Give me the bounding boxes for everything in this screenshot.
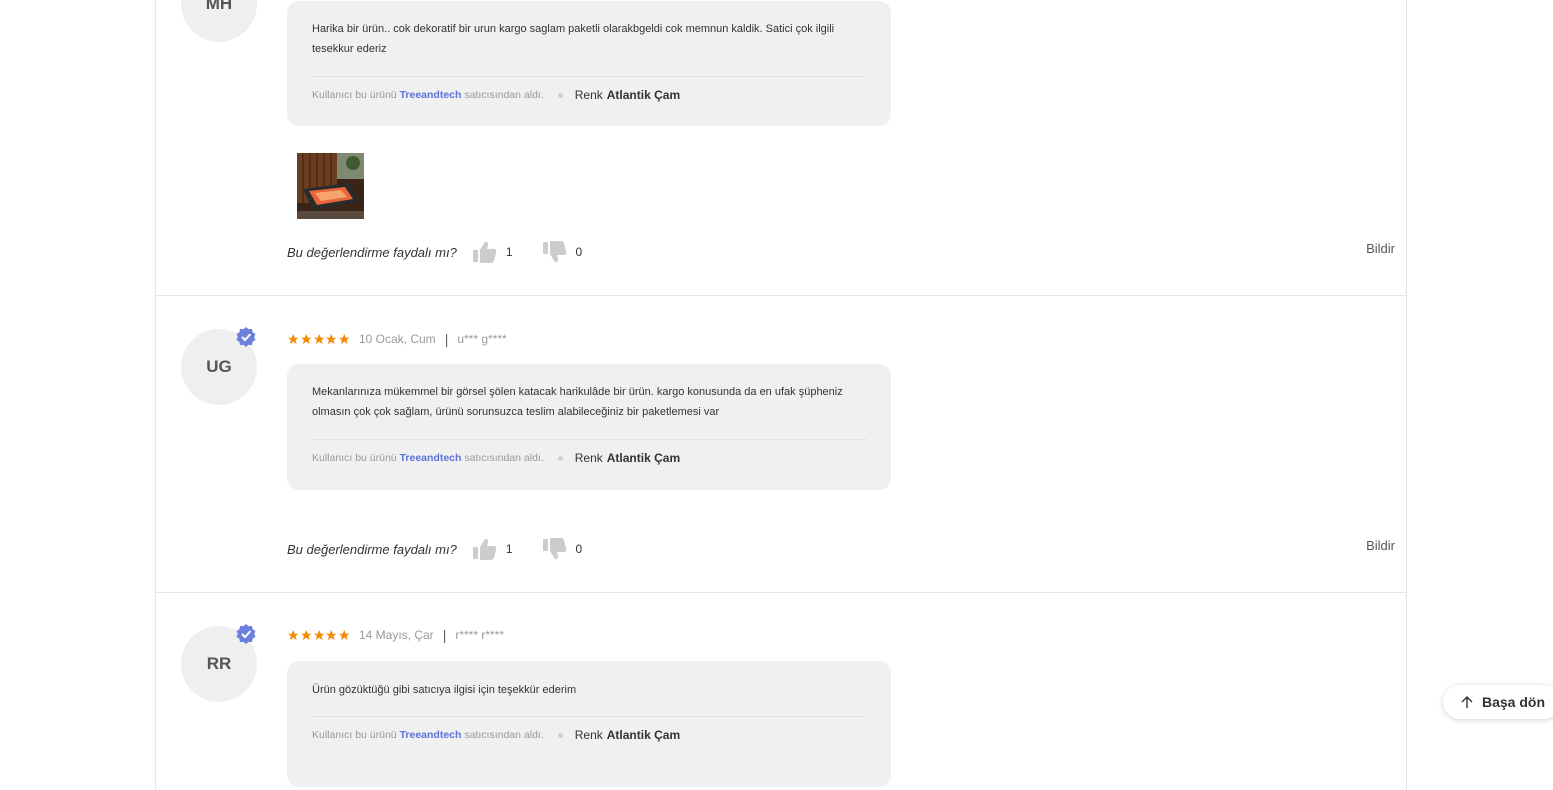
star-icon <box>288 333 299 344</box>
review-divider <box>156 295 1406 296</box>
report-link[interactable]: Bildir <box>1366 538 1395 553</box>
star-rating <box>287 333 351 346</box>
seller-prefix: Kullanıcı bu ürünü <box>312 452 397 464</box>
helpful-question: Bu değerlendirme faydalı mı? <box>287 244 457 260</box>
thumbs-down-icon <box>542 538 566 560</box>
star-icon <box>339 333 350 344</box>
variant-info: Renk Atlantik Çam <box>575 728 680 742</box>
verified-badge-icon <box>236 624 256 644</box>
like-count: 1 <box>505 245 513 259</box>
reviews-panel: MH Harika bir ürün.. cok dekoratif bir u… <box>155 0 1407 790</box>
seller-suffix: satıcısından aldı. <box>464 89 544 101</box>
report-link[interactable]: Bildir <box>1366 241 1395 256</box>
review-text: Ürün gözüktüğü gibi satıcıya ilgisi için… <box>312 684 577 696</box>
separator-dot <box>557 455 563 461</box>
star-icon <box>313 629 325 640</box>
fireplace-photo <box>297 153 364 219</box>
seller-prefix: Kullanıcı bu ürünü <box>312 729 397 741</box>
seller-suffix: satıcısından aldı. <box>464 452 544 464</box>
star-icon <box>300 333 312 344</box>
star-icon <box>339 629 350 640</box>
like-button[interactable]: 1 <box>471 239 513 265</box>
color-value: Atlantik Çam <box>606 88 681 102</box>
seller-info: Kullanıcı bu ürünü Treeandtech satıcısın… <box>312 88 680 102</box>
star-icon <box>300 629 312 640</box>
avatar: MH <box>181 0 257 42</box>
star-icon <box>326 333 337 344</box>
reviewer-name: r**** r**** <box>455 628 505 642</box>
review-bubble: Mekanlarınıza mükemmel bir görsel şölen … <box>287 364 891 490</box>
seller-link[interactable]: Treeandtech <box>400 729 462 741</box>
color-value: Atlantik Çam <box>606 728 681 742</box>
helpful-row: Bu değerlendirme faydalı mı? 1 0 <box>287 536 582 562</box>
seller-prefix: Kullanıcı bu ürünü <box>312 89 397 101</box>
variant-info: Renk Atlantik Çam <box>575 88 680 102</box>
meta-separator: | <box>444 331 449 347</box>
avatar-initials: RR <box>206 654 232 673</box>
arrow-up-icon <box>1461 696 1473 708</box>
seller-info: Kullanıcı bu ürünü Treeandtech satıcısın… <box>312 451 680 465</box>
back-to-top-button[interactable]: Başa dön <box>1443 685 1553 719</box>
separator-dot <box>557 732 563 738</box>
dislike-count: 0 <box>575 245 583 259</box>
review-divider <box>156 592 1406 593</box>
like-count: 1 <box>505 542 513 556</box>
dislike-count: 0 <box>575 542 583 556</box>
bubble-divider <box>312 76 867 77</box>
review-bubble: Ürün gözüktüğü gibi satıcıya ilgisi için… <box>287 661 891 787</box>
review-text: Harika bir ürün.. cok dekoratif bir urun… <box>312 23 835 55</box>
dislike-button[interactable]: 0 <box>541 239 583 265</box>
separator-dot <box>557 92 563 98</box>
thumbs-down-icon <box>542 241 566 263</box>
reviewer-name: u*** g**** <box>457 332 507 346</box>
back-to-top-label: Başa dön <box>1482 694 1546 710</box>
review-date: 10 Ocak, Cum <box>358 332 436 346</box>
star-icon <box>313 333 325 344</box>
bubble-divider <box>312 439 867 440</box>
review-photo-thumbnail[interactable] <box>297 153 364 219</box>
helpful-question: Bu değerlendirme faydalı mı? <box>287 541 457 557</box>
bubble-divider <box>312 716 867 717</box>
color-label: Renk <box>574 728 603 742</box>
star-icon <box>326 629 337 640</box>
meta-separator: | <box>442 627 447 643</box>
thumbs-up-icon <box>472 538 497 560</box>
review-text: Mekanlarınıza mükemmel bir görsel şölen … <box>312 386 843 418</box>
seller-link[interactable]: Treeandtech <box>400 452 462 464</box>
like-button[interactable]: 1 <box>471 536 513 562</box>
star-icon <box>288 629 299 640</box>
seller-info: Kullanıcı bu ürünü Treeandtech satıcısın… <box>312 728 680 742</box>
seller-link[interactable]: Treeandtech <box>400 89 462 101</box>
helpful-row: Bu değerlendirme faydalı mı? 1 0 <box>287 239 582 265</box>
seller-suffix: satıcısından aldı. <box>464 729 544 741</box>
color-label: Renk <box>574 451 603 465</box>
review-date: 14 Mayıs, Çar <box>358 628 434 642</box>
dislike-button[interactable]: 0 <box>541 536 583 562</box>
review-bubble: Harika bir ürün.. cok dekoratif bir urun… <box>287 1 891 126</box>
verified-badge-icon <box>236 327 256 347</box>
review-meta: 14 Mayıs, Çar | r**** r**** <box>287 627 504 643</box>
avatar-initials: MH <box>205 0 233 13</box>
color-value: Atlantik Çam <box>606 451 681 465</box>
thumbs-up-icon <box>472 241 497 263</box>
review-meta: 10 Ocak, Cum | u*** g**** <box>287 331 507 347</box>
avatar-initials: UG <box>206 357 232 376</box>
variant-info: Renk Atlantik Çam <box>575 451 680 465</box>
color-label: Renk <box>574 88 603 102</box>
star-rating <box>287 629 351 642</box>
